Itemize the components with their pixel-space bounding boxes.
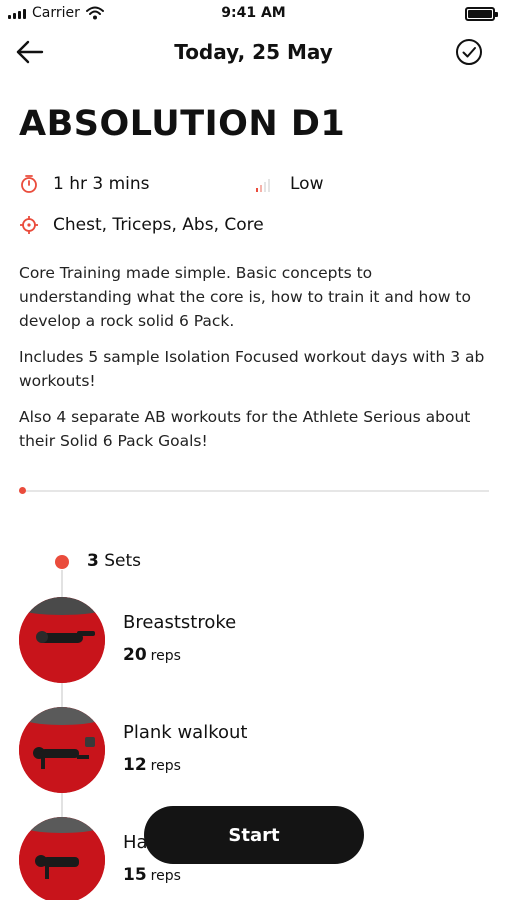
- nav-bar: Today, 25 May: [0, 30, 507, 74]
- exercise-name: Breaststroke: [123, 612, 237, 633]
- sets-count: 3: [87, 551, 99, 571]
- muscles-row: Chest, Triceps, Abs, Core: [19, 215, 264, 235]
- page-date-title: Today, 25 May: [174, 40, 333, 64]
- intensity-row: Low: [254, 174, 323, 194]
- check-circle-icon[interactable]: [455, 38, 483, 66]
- stopwatch-icon: [21, 175, 37, 193]
- battery-icon: [465, 7, 498, 21]
- exercise-thumbnail: [19, 597, 105, 683]
- status-bar: Carrier 9:41 AM: [0, 0, 507, 28]
- exercise-reps: 15 reps: [123, 865, 181, 885]
- reps-unit: reps: [150, 648, 181, 664]
- exercise-reps: 20 reps: [123, 645, 181, 665]
- sets-dot: [55, 555, 69, 569]
- muscles-label: Chest, Triceps, Abs, Core: [53, 215, 264, 235]
- exercise-thumbnail: [19, 707, 105, 793]
- description-paragraph-2: Includes 5 sample Isolation Focused work…: [19, 348, 485, 390]
- workout-progress-indicator: [19, 487, 26, 494]
- exercise-name: Plank walkout: [123, 722, 248, 743]
- description-paragraph-3: Also 4 separate AB workouts for the Athl…: [19, 408, 471, 450]
- workout-title: ABSOLUTION D1: [19, 104, 346, 144]
- duration-label: 1 hr 3 mins: [53, 174, 150, 194]
- target-icon: [20, 216, 38, 234]
- workout-progress-track: [19, 490, 489, 492]
- reps-count: 20: [123, 645, 147, 665]
- reps-count: 12: [123, 755, 147, 775]
- exercise-item-breaststroke[interactable]: Breaststroke 20 reps: [19, 597, 489, 683]
- sets-label: 3 Sets: [87, 551, 141, 571]
- status-time: 9:41 AM: [221, 5, 286, 21]
- reps-unit: reps: [150, 868, 181, 884]
- exercise-thumbnail: [19, 817, 105, 900]
- duration-row: 1 hr 3 mins: [19, 174, 150, 194]
- start-button[interactable]: Start: [144, 806, 364, 864]
- reps-unit: reps: [150, 758, 181, 774]
- exercise-item-plank-walkout[interactable]: Plank walkout 12 reps: [19, 707, 489, 793]
- sets-text: Sets: [104, 551, 142, 571]
- description-paragraph-1: Core Training made simple. Basic concept…: [19, 264, 471, 330]
- reps-count: 15: [123, 865, 147, 885]
- intensity-label: Low: [290, 174, 324, 194]
- exercise-reps: 12 reps: [123, 755, 181, 775]
- intensity-bars-icon: [256, 179, 270, 192]
